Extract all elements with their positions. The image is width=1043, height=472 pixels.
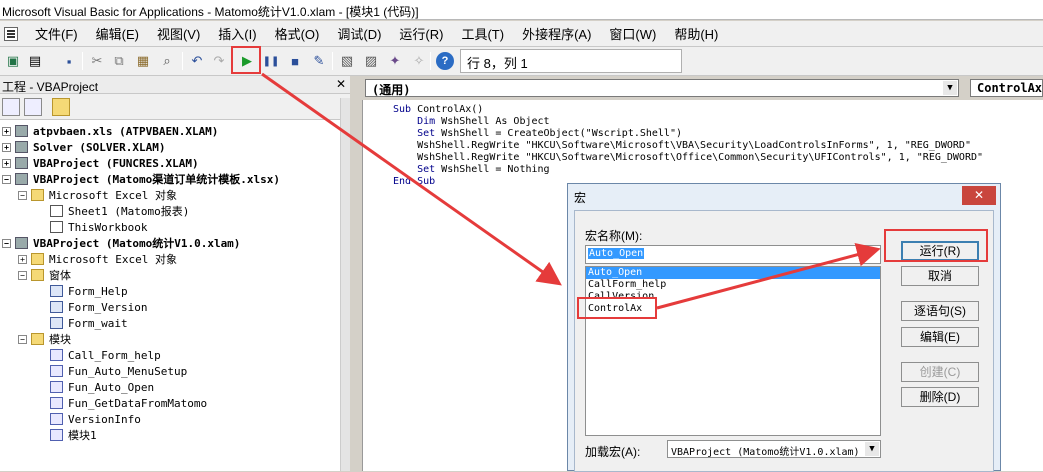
view-object-icon[interactable] xyxy=(24,98,42,116)
tree-item[interactable]: − 模块 xyxy=(18,331,71,347)
dialog-title: 宏 xyxy=(574,191,587,205)
menu-view[interactable]: 视图(V) xyxy=(148,24,209,43)
undo-icon[interactable]: ↶ xyxy=(188,52,206,70)
paste-icon[interactable]: ▦ xyxy=(134,52,152,70)
list-item[interactable]: CallForm_help xyxy=(586,279,880,291)
cursor-position: 行 8，列 1 xyxy=(460,49,682,73)
project-explorer-icon[interactable]: ▧ xyxy=(338,52,356,70)
tree-item[interactable]: Sheet1 (Matomo报表) xyxy=(50,203,189,219)
properties-window-icon[interactable]: ▨ xyxy=(362,52,380,70)
close-icon[interactable]: ✕ xyxy=(336,77,346,91)
break-icon[interactable]: ❚❚ xyxy=(262,52,280,70)
tree-item[interactable]: Form_wait xyxy=(50,315,128,331)
insert-userform-icon[interactable]: ▤ xyxy=(26,52,44,70)
reset-icon[interactable]: ■ xyxy=(286,52,304,70)
macro-name-label: 宏名称(M): xyxy=(585,229,643,243)
project-explorer-toolbar xyxy=(0,94,350,120)
menu-insert[interactable]: 插入(I) xyxy=(209,24,265,43)
code-text[interactable]: Sub ControlAx() Dim WshShell As Object S… xyxy=(393,104,983,188)
menu-debug[interactable]: 调试(D) xyxy=(328,24,390,43)
delete-button[interactable]: 删除(D) xyxy=(901,387,979,407)
view-code-icon[interactable] xyxy=(2,98,20,116)
close-icon[interactable]: ✕ xyxy=(962,186,996,205)
tree-item[interactable]: − Microsoft Excel 对象 xyxy=(18,187,177,203)
macro-location-select[interactable]: VBAProject (Matomo统计V1.0.xlam) ▼ xyxy=(667,440,881,458)
object-combo[interactable]: (通用) ▼ xyxy=(365,79,959,97)
tree-item[interactable]: − VBAProject (Matomo渠道订单统计模板.xlsx) xyxy=(2,171,280,187)
tree-item[interactable]: Fun_Auto_MenuSetup xyxy=(50,363,187,379)
menu-tools[interactable]: 工具(T) xyxy=(452,24,513,43)
list-item[interactable]: Auto_Open xyxy=(586,267,880,279)
tree-item[interactable]: Form_Version xyxy=(50,299,147,315)
help-icon[interactable]: ? xyxy=(436,52,454,70)
menu-bar: 文件(F) 编辑(E) 视图(V) 插入(I) 格式(O) 调试(D) 运行(R… xyxy=(0,21,1043,47)
menu-addins[interactable]: 外接程序(A) xyxy=(513,24,600,43)
tree-item[interactable]: Fun_GetDataFromMatomo xyxy=(50,395,207,411)
macro-list[interactable]: Auto_Open CallForm_help CallVersion Cont… xyxy=(585,266,881,436)
window-title: Microsoft Visual Basic for Applications … xyxy=(0,0,1043,20)
toggle-folders-icon[interactable] xyxy=(52,98,70,116)
tree-item[interactable]: − VBAProject (Matomo统计V1.0.xlam) xyxy=(2,235,240,251)
menu-window[interactable]: 窗口(W) xyxy=(600,24,665,43)
find-icon[interactable]: ⌕ xyxy=(158,52,176,70)
save-icon[interactable]: ▪ xyxy=(60,52,78,70)
excel-view-icon[interactable] xyxy=(4,26,18,41)
copy-icon[interactable]: ⧉ xyxy=(110,52,128,70)
tree-item[interactable]: VersionInfo xyxy=(50,411,141,427)
menu-help[interactable]: 帮助(H) xyxy=(665,24,727,43)
project-explorer-title-text: 工程 - VBAProject xyxy=(2,80,99,94)
tree-item[interactable]: Form_Help xyxy=(50,283,128,299)
object-browser-icon[interactable]: ✦ xyxy=(386,52,404,70)
tree-item[interactable]: + VBAProject (FUNCRES.XLAM) xyxy=(2,155,199,171)
macro-name-input[interactable]: Auto_Open xyxy=(585,245,881,264)
design-mode-icon[interactable]: ✎ xyxy=(310,52,328,70)
menu-file[interactable]: 文件(F) xyxy=(26,24,87,43)
highlight-run-toolbar xyxy=(231,46,261,74)
procedure-combo[interactable]: ControlAx xyxy=(970,79,1043,97)
chevron-down-icon: ▼ xyxy=(865,442,879,456)
highlight-controlax xyxy=(577,297,657,319)
cut-icon[interactable]: ✂ xyxy=(88,52,106,70)
tree-item[interactable]: 模块1 xyxy=(50,427,97,443)
highlight-run-button xyxy=(884,229,988,262)
step-into-button[interactable]: 逐语句(S) xyxy=(901,301,979,321)
tree-item[interactable]: + Microsoft Excel 对象 xyxy=(18,251,177,267)
project-explorer: 工程 - VBAProject ✕ + atpvbaen.xls (ATPVBAE… xyxy=(0,76,350,471)
tree-item[interactable]: Fun_Auto_Open xyxy=(50,379,154,395)
tree-item[interactable]: + atpvbaen.xls (ATPVBAEN.XLAM) xyxy=(2,123,218,139)
project-explorer-title: 工程 - VBAProject ✕ xyxy=(0,76,350,94)
macro-dialog: 宏 ✕ 宏名称(M): Auto_Open Auto_Open CallForm… xyxy=(567,183,1001,472)
menu-format[interactable]: 格式(O) xyxy=(266,24,329,43)
menu-run[interactable]: 运行(R) xyxy=(390,24,452,43)
toolbox-icon[interactable]: ✧ xyxy=(410,52,428,70)
project-scrollbar[interactable] xyxy=(340,98,350,471)
tree-item[interactable]: + Solver (SOLVER.XLAM) xyxy=(2,139,165,155)
project-tree: + atpvbaen.xls (ATPVBAEN.XLAM) + Solver (S… xyxy=(0,121,340,471)
tree-item[interactable]: ThisWorkbook xyxy=(50,219,147,235)
redo-icon[interactable]: ↷ xyxy=(210,52,228,70)
chevron-down-icon: ▼ xyxy=(943,81,957,95)
excel-icon[interactable]: ▣ xyxy=(4,52,22,70)
cancel-button[interactable]: 取消 xyxy=(901,266,979,286)
tree-item[interactable]: − 窗体 xyxy=(18,267,71,283)
tree-item[interactable]: Call_Form_help xyxy=(50,347,161,363)
edit-button[interactable]: 编辑(E) xyxy=(901,327,979,347)
menu-edit[interactable]: 编辑(E) xyxy=(87,24,148,43)
macro-location-label: 加载宏(A): xyxy=(585,445,641,459)
create-button[interactable]: 创建(C) xyxy=(901,362,979,382)
